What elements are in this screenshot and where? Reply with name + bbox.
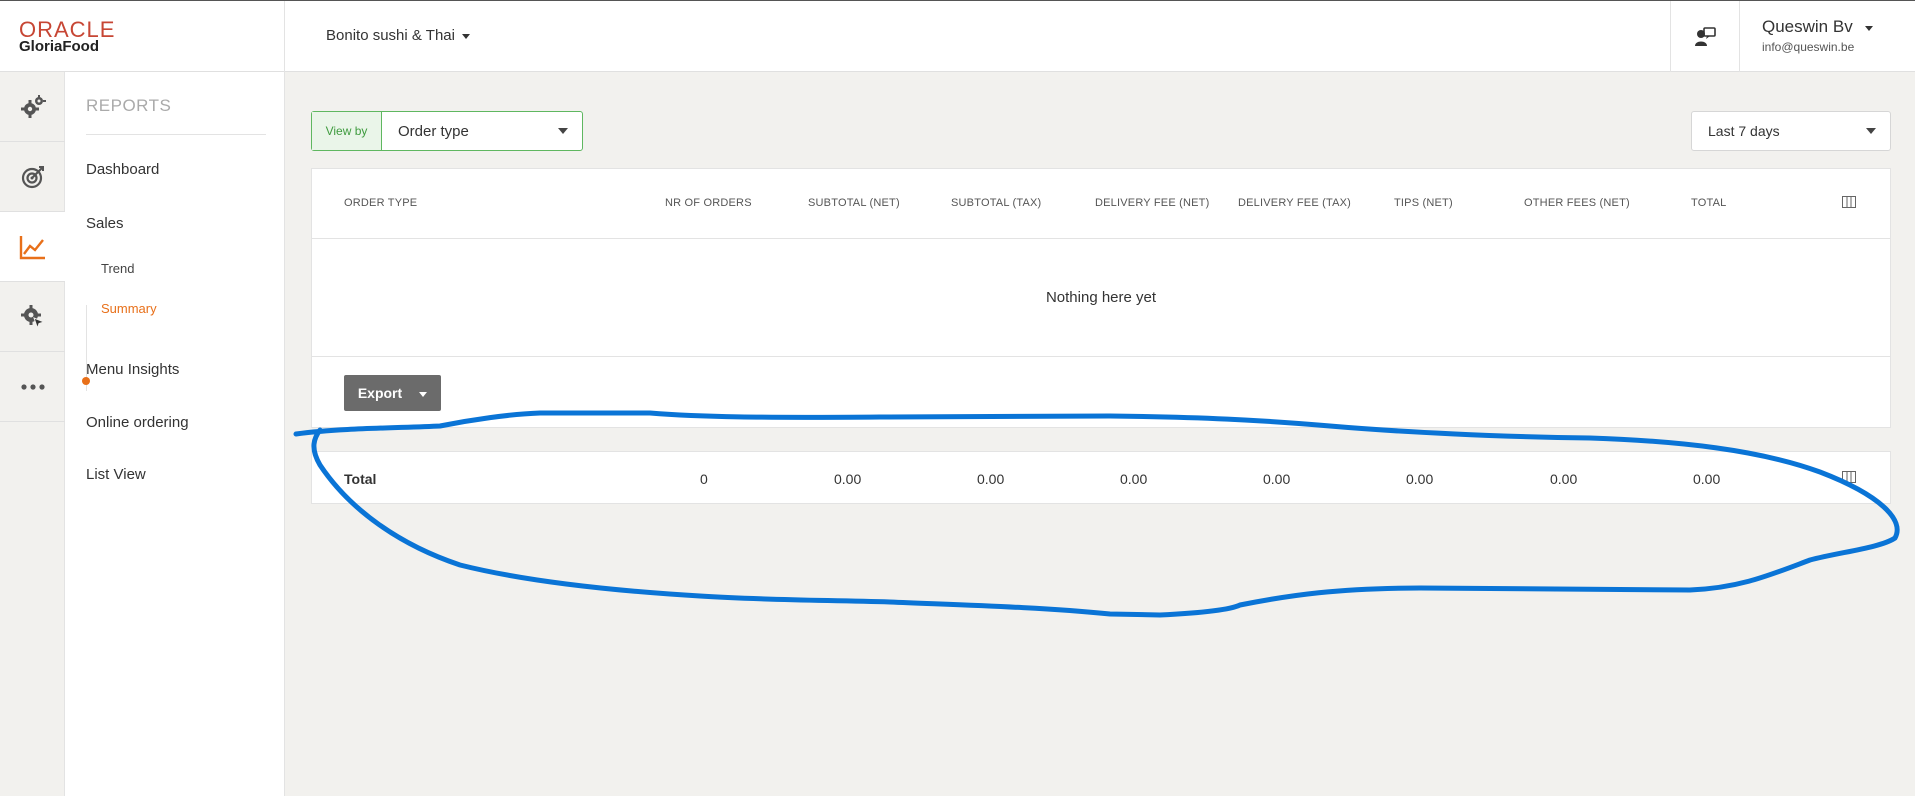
col-order-type[interactable]: ORDER TYPE — [344, 197, 417, 209]
total-subtotal-tax: 0.00 — [977, 471, 1005, 487]
target-icon — [21, 165, 44, 188]
reports-subnav: REPORTS Dashboard Sales Trend Summary Me… — [65, 72, 285, 796]
total-total: 0.00 — [1693, 471, 1721, 487]
col-subtotal-tax[interactable]: SUBTOTAL (TAX) — [951, 197, 1041, 209]
logo-product-text: GloriaFood — [19, 38, 99, 55]
chevron-down-icon — [419, 391, 428, 397]
gear-cursor-icon — [20, 304, 46, 330]
total-delivery-fee-tax: 0.00 — [1263, 471, 1291, 487]
nav-dashboard[interactable]: Dashboard — [86, 161, 159, 178]
col-nr-of-orders[interactable]: NR OF ORDERS — [665, 197, 752, 209]
subnav-title: REPORTS — [86, 96, 172, 115]
top-bar: ORACLE GloriaFood Bonito sushi & Thai Qu… — [0, 0, 1915, 72]
nav-trend[interactable]: Trend — [101, 261, 134, 276]
date-range-select[interactable]: Last 7 days — [1691, 111, 1891, 151]
divider — [86, 134, 266, 135]
restaurant-name: Bonito sushi & Thai — [326, 27, 455, 44]
rail-item-settings[interactable] — [0, 282, 65, 352]
view-by-value: Order type — [398, 122, 469, 140]
gears-icon — [20, 94, 46, 118]
user-email: info@queswin.be — [1762, 40, 1855, 54]
date-range-value: Last 7 days — [1708, 123, 1780, 139]
more-dots-icon — [20, 383, 45, 390]
nav-summary[interactable]: Summary — [101, 301, 157, 316]
rail-item-setup[interactable] — [0, 72, 65, 142]
total-tips-net: 0.00 — [1406, 471, 1434, 487]
chevron-down-icon — [1864, 25, 1873, 31]
user-menu[interactable]: Queswin Bv info@queswin.be — [1762, 17, 1902, 54]
user-name: Queswin Bv — [1762, 17, 1853, 36]
view-by-select[interactable]: Order type — [382, 112, 582, 150]
view-by-control: View by Order type — [311, 111, 583, 151]
rail-item-marketing[interactable] — [0, 142, 65, 212]
columns-icon[interactable] — [1842, 196, 1856, 208]
total-subtotal-net: 0.00 — [834, 471, 862, 487]
total-delivery-fee-net: 0.00 — [1120, 471, 1148, 487]
table-header: ORDER TYPE NR OF ORDERS SUBTOTAL (NET) S… — [312, 169, 1890, 239]
chevron-down-icon — [461, 34, 470, 39]
export-button[interactable]: Export — [344, 375, 441, 411]
nav-sales[interactable]: Sales — [86, 215, 124, 232]
chat-support-icon — [1695, 26, 1716, 46]
empty-state: Nothing here yet — [312, 239, 1890, 357]
col-total[interactable]: TOTAL — [1691, 197, 1726, 209]
rail-item-reports[interactable] — [0, 212, 65, 282]
report-table: ORDER TYPE NR OF ORDERS SUBTOTAL (NET) S… — [311, 168, 1891, 428]
view-by-label: View by — [312, 112, 382, 150]
restaurant-selector[interactable]: Bonito sushi & Thai — [326, 27, 470, 44]
col-subtotal-net[interactable]: SUBTOTAL (NET) — [808, 197, 900, 209]
total-nr-of-orders: 0 — [700, 471, 708, 487]
user-name-row: Queswin Bv — [1762, 17, 1902, 37]
totals-label: Total — [344, 471, 377, 487]
nav-menu-insights[interactable]: Menu Insights — [86, 361, 179, 378]
col-tips-net[interactable]: TIPS (NET) — [1394, 197, 1453, 209]
active-indicator — [82, 377, 90, 385]
nav-online-ordering[interactable]: Online ordering — [86, 414, 189, 431]
dropdown-arrow-icon — [558, 128, 568, 134]
col-delivery-fee-tax[interactable]: DELIVERY FEE (TAX) — [1238, 197, 1351, 209]
col-delivery-fee-net[interactable]: DELIVERY FEE (NET) — [1095, 197, 1209, 209]
chart-line-icon — [19, 235, 45, 259]
total-other-fees-net: 0.00 — [1550, 471, 1578, 487]
totals-row: Total 0 0.00 0.00 0.00 0.00 0.00 0.00 0.… — [311, 451, 1891, 504]
nav-list-view[interactable]: List View — [86, 466, 146, 483]
export-label: Export — [357, 385, 403, 401]
support-button[interactable] — [1670, 1, 1740, 72]
columns-icon[interactable] — [1842, 471, 1856, 483]
icon-rail — [0, 72, 65, 796]
dropdown-arrow-icon — [1866, 128, 1876, 134]
col-other-fees-net[interactable]: OTHER FEES (NET) — [1524, 197, 1630, 209]
rail-item-more[interactable] — [0, 352, 65, 422]
logo[interactable]: ORACLE GloriaFood — [0, 1, 285, 72]
